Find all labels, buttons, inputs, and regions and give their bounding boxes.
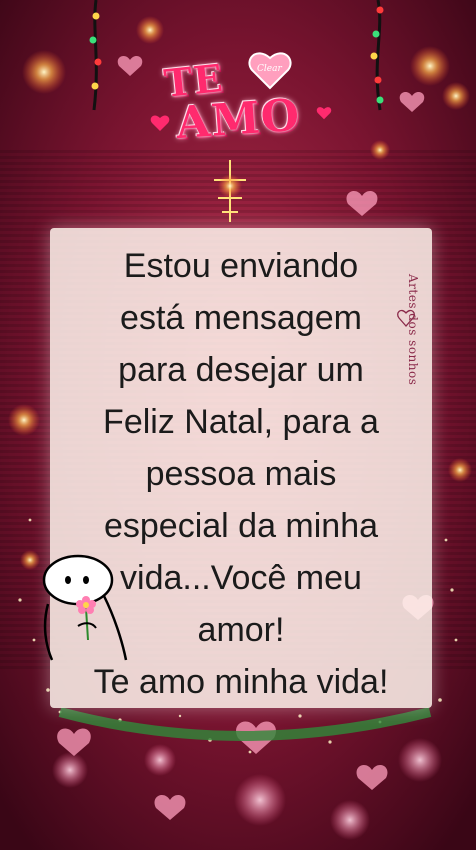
heart-outline-icon	[397, 309, 415, 327]
logo-badge-text: Clear	[257, 64, 282, 74]
te-amo-logo: Clear TE AMO	[150, 50, 340, 160]
heart-icon	[150, 115, 170, 131]
heart-icon	[316, 107, 332, 120]
flork-doodle-with-flower	[42, 554, 128, 661]
watermark: Artes dos sonhos	[406, 274, 420, 386]
logo-line-2: AMO	[174, 89, 302, 150]
